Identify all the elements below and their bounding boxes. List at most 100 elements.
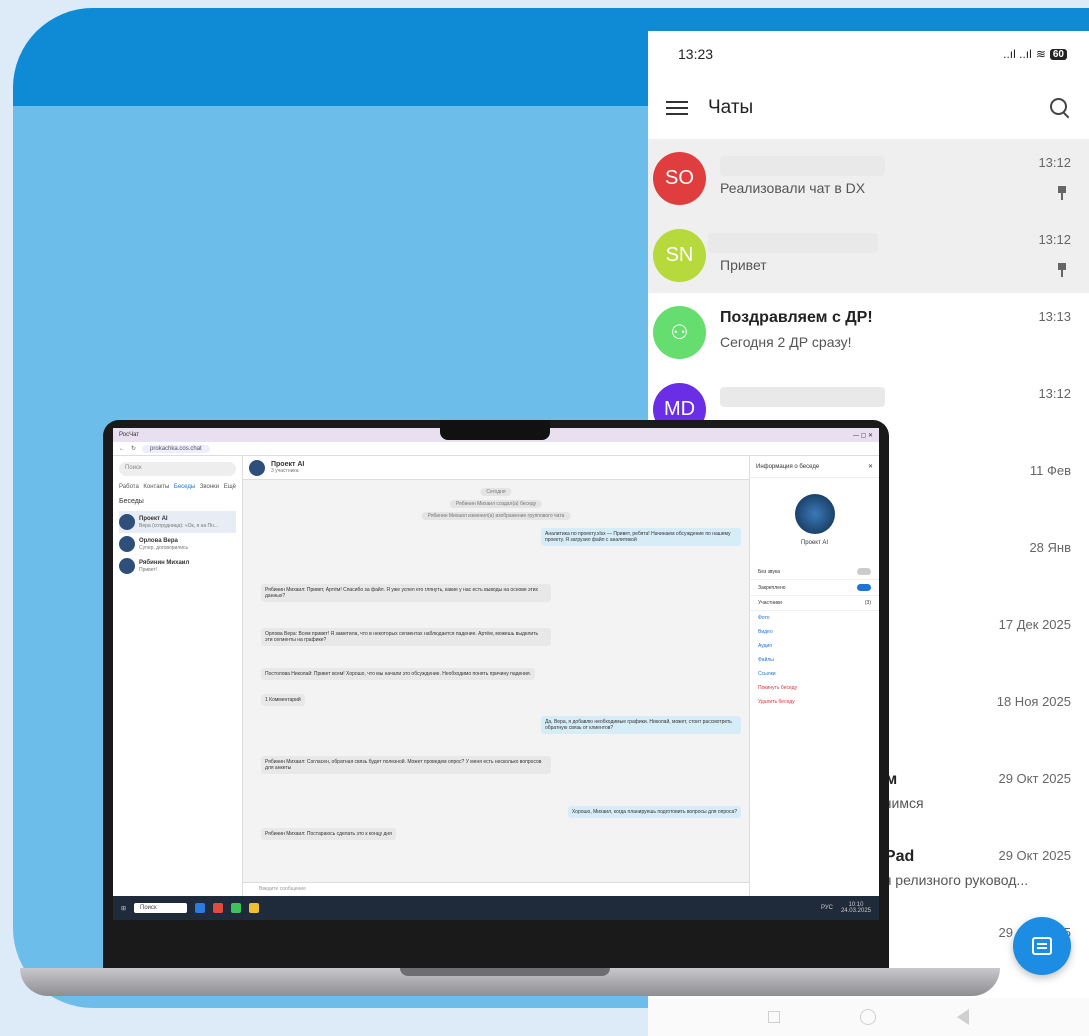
media-link[interactable]: Аудио [750, 639, 879, 653]
back-nav-icon[interactable]: ← [119, 446, 125, 452]
recents-icon[interactable] [768, 1011, 781, 1023]
redacted-name [720, 387, 885, 407]
app-icon[interactable] [230, 903, 241, 913]
conversation-preview: Привет! [139, 566, 158, 573]
conversation-search-input[interactable]: Поиск [119, 462, 236, 476]
redacted-name [708, 233, 878, 253]
laptop-groove [400, 968, 610, 976]
avatar: SN [653, 229, 706, 282]
browser-tab[interactable]: РосЧат [119, 432, 139, 438]
members-row[interactable]: Участники (3) [750, 596, 879, 611]
taskbar: ⊞ Поиск РУС 10:10 24.03.2025 [113, 896, 879, 920]
danger-action[interactable]: Покинуть беседу [750, 681, 879, 695]
conversation-title: Рябинин Михаил [139, 559, 190, 566]
url-field[interactable]: prokachka.cos.chat [142, 444, 210, 453]
nav-item[interactable]: Ещё [224, 484, 236, 490]
conversation-item[interactable]: Рябинин Михаил Привет! [119, 555, 236, 577]
info-pane: Информация о беседе ✕ Проект AI Без звук… [749, 456, 879, 896]
chat-time: 17 Дек 2025 [998, 617, 1071, 632]
home-icon[interactable] [860, 1009, 877, 1025]
info-toggles: Без звука Закреплено [750, 564, 879, 596]
conversation-preview: Супер, договорились [139, 544, 189, 551]
conversation-preview: Вера (сотрудница): «Ок, я на Пн... [139, 522, 219, 529]
chat-item[interactable]: SN Привет 13:12 [648, 216, 1089, 293]
battery-icon: 60 [1049, 48, 1067, 60]
window-controls-icon[interactable]: — ▢ ✕ [853, 432, 873, 439]
chat-item[interactable]: ⚇ Поздравляем с ДР! Сегодня 2 ДР сразу! 13:… [648, 293, 1089, 370]
system-message: Сегодня [480, 488, 512, 496]
start-icon[interactable]: ⊞ [121, 905, 126, 912]
system-message: Рябинин Михаил изменил(а) изображение гр… [421, 512, 571, 520]
chat-time: 13:13 [1038, 309, 1071, 324]
message-bubble[interactable]: Аналитика по проекту.xlsx — Привет, ребя… [541, 528, 741, 546]
message-bubble[interactable]: 1 Комментарий [261, 694, 305, 706]
system-nav-bar [648, 998, 1089, 1036]
message-bubble[interactable]: Рябинин Михаил: Согласен, обратная связь… [261, 756, 551, 774]
taskbar-date: 24.03.2025 [840, 908, 871, 914]
status-bar: 13:23 ..ıl ..ıl ≋ 60 [648, 31, 1089, 77]
nav-item[interactable]: Беседы [174, 484, 195, 490]
back-icon[interactable] [956, 1009, 969, 1025]
redacted-name [720, 156, 885, 176]
chat-item[interactable]: SO Реализовали чат в DX 13:12 [648, 139, 1089, 216]
media-link[interactable]: Ссылки [750, 667, 879, 681]
media-link[interactable]: Фото [750, 611, 879, 625]
app-icon[interactable] [248, 903, 259, 913]
nav-item[interactable]: Звонки [200, 484, 219, 490]
signal-icon: ..ıl ..ıl [1003, 47, 1032, 61]
laptop-screen: РосЧат РосЧат — ▢ ✕ ← ↻ prokachka.cos.ch… [113, 428, 879, 920]
toggle-label: Закреплено [758, 584, 786, 591]
media-link[interactable]: Файлы [750, 653, 879, 667]
message-bubble[interactable]: Да, Вера, я добавлю необходимые графики.… [541, 716, 741, 734]
chat-time: 28 Янв [1029, 540, 1071, 555]
chat-preview: Сегодня 2 ДР сразу! [720, 334, 852, 350]
info-header: Информация о беседе ✕ [750, 456, 879, 478]
danger-action[interactable]: Удалить беседу [750, 695, 879, 709]
laptop-base [20, 968, 1000, 996]
toggle-switch[interactable] [857, 584, 871, 591]
group-avatar [794, 494, 835, 534]
message-bubble[interactable]: Рябинин Михаил: Привет, Артём! Спасибо з… [261, 584, 551, 602]
menu-icon[interactable] [666, 98, 690, 118]
group-name: Проект AI [800, 540, 829, 546]
chat-time: 13:12 [1038, 232, 1071, 247]
reload-icon[interactable]: ↻ [131, 445, 136, 452]
members-label: Участники [758, 600, 782, 606]
message-bubble[interactable]: Постолова Николай: Привет всем! Хорошо, … [261, 668, 535, 680]
camera-notch [440, 420, 550, 440]
address-bar: ← ↻ prokachka.cos.chat [113, 442, 879, 456]
close-icon[interactable]: ✕ [868, 463, 873, 470]
wifi-icon: ≋ [1035, 47, 1046, 61]
chat-preview: Привет [720, 257, 767, 273]
chat-subtitle: 3 участника [271, 468, 299, 474]
toggle-switch[interactable] [857, 568, 871, 575]
laptop: РосЧат РосЧат — ▢ ✕ ← ↻ prokachka.cos.ch… [20, 420, 1000, 1000]
app-nav: Работа Контакты Беседы Звонки Ещё [119, 484, 236, 490]
chat-preview: Реализовали чат в DX [720, 180, 866, 196]
media-link[interactable]: Видео [750, 625, 879, 639]
danger-actions: Покинуть беседу Удалить беседу [750, 681, 879, 709]
nav-item[interactable]: Работа [119, 484, 139, 490]
conversation-item[interactable]: Орлова Вера Супер, договорились [119, 533, 236, 555]
page-title: Чаты [708, 97, 754, 118]
chat-name: Поздравляем с ДР! [720, 309, 873, 326]
app-icon[interactable] [212, 903, 223, 913]
chat-time: 11 Фев [1029, 463, 1071, 478]
nav-item[interactable]: Контакты [143, 484, 169, 490]
message-bubble[interactable]: Рябинин Михаил: Постараюсь сделать это к… [261, 828, 396, 840]
new-chat-button[interactable] [1013, 917, 1071, 975]
taskbar-lang: РУС [820, 905, 833, 911]
media-links: Фото Видео Аудио Файлы Ссылки [750, 611, 879, 681]
toggle-label: Без звука [758, 568, 781, 575]
conversation-title: Проект AI [139, 515, 168, 522]
conversation-item[interactable]: Проект AI Вера (сотрудница): «Ок, я на Пн… [119, 511, 236, 533]
message-bubble[interactable]: Орлова Вера: Всем привет! Я заметила, чт… [261, 628, 551, 646]
taskbar-search[interactable]: Поиск [134, 903, 187, 913]
conversation-title: Орлова Вера [139, 537, 178, 544]
chat-time: 13:12 [1038, 386, 1071, 401]
message-bubble[interactable]: Хорошо, Михаил, когда планируешь подгото… [567, 806, 741, 818]
app-icon[interactable] [194, 903, 205, 913]
search-icon[interactable] [1049, 97, 1071, 119]
system-message: Рябинин Михаил создал(а) беседу [449, 500, 543, 508]
message-input[interactable]: Введите сообщение [243, 882, 749, 896]
